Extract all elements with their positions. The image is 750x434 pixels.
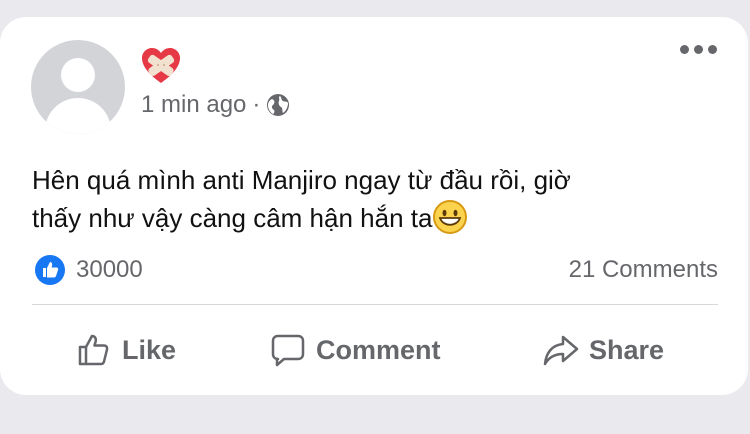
more-options-button[interactable] xyxy=(680,45,717,54)
meta-separator: · xyxy=(252,91,261,118)
post-meta: 1 min ago · xyxy=(141,91,290,119)
globe-icon[interactable] xyxy=(266,93,290,117)
post-text-line: Hên quá mình anti Manjiro ngay từ đầu rồ… xyxy=(32,165,571,195)
like-count: 30000 xyxy=(76,256,143,283)
smiling-face-emoji-icon xyxy=(433,200,468,234)
post-time[interactable]: 1 min ago xyxy=(141,91,246,119)
comment-label: Comment xyxy=(316,334,441,365)
post-text: Hên quá mình anti Manjiro ngay từ đầu rồ… xyxy=(32,161,692,237)
divider xyxy=(32,304,718,305)
heart-bandaged-emoji-icon[interactable] xyxy=(141,47,181,85)
avatar-head-shape xyxy=(61,58,95,92)
share-arrow-icon xyxy=(543,335,579,366)
action-bar: Like Comment Share xyxy=(0,325,748,375)
comment-count[interactable]: 21 Comments xyxy=(569,256,718,284)
post-text-line: thấy như vậy càng câm hận hắn ta xyxy=(32,199,692,237)
like-label: Like xyxy=(122,334,177,365)
post-text-line-content: thấy như vậy càng câm hận hắn ta xyxy=(32,203,433,233)
more-dot xyxy=(694,45,703,54)
comment-bubble-icon xyxy=(271,334,305,367)
share-label: Share xyxy=(589,334,665,365)
like-reaction-icon xyxy=(35,255,65,285)
more-dot xyxy=(708,45,717,54)
share-button[interactable]: Share xyxy=(543,325,664,375)
avatar-body-shape xyxy=(45,98,111,134)
like-count-group[interactable]: 30000 xyxy=(34,254,143,286)
post-card: 1 min ago · Hên quá mình anti Manjiro ng… xyxy=(0,17,748,395)
reaction-stats: 30000 21 Comments xyxy=(34,253,718,287)
more-dot xyxy=(680,45,689,54)
thumbs-up-icon xyxy=(78,334,109,366)
like-button[interactable]: Like xyxy=(76,325,176,375)
comment-button[interactable]: Comment xyxy=(270,325,441,375)
avatar[interactable] xyxy=(31,40,125,134)
